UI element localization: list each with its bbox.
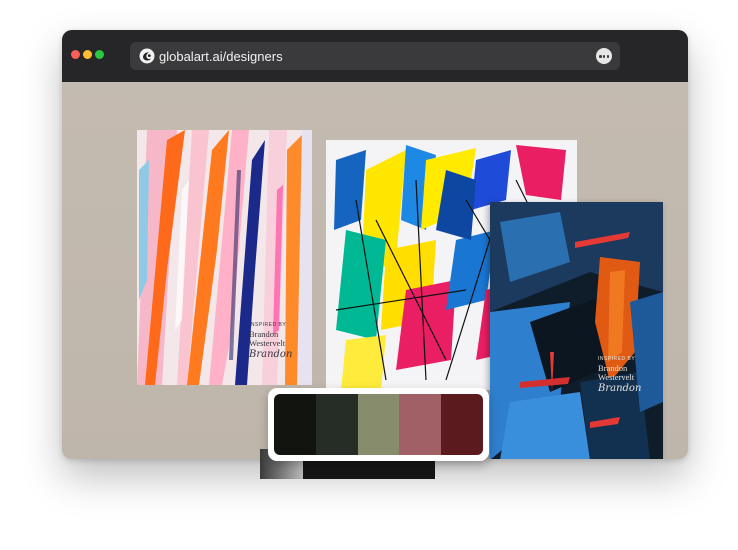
artwork-caption: INSPIRED BY Brandon Westervelt Brandon (598, 356, 642, 395)
close-window-button[interactable] (71, 50, 80, 59)
color-palette-card (268, 388, 489, 461)
color-swatch-2[interactable] (315, 394, 358, 455)
inspired-by-label: INSPIRED BY (249, 322, 287, 328)
inspired-by-label: INSPIRED BY (598, 356, 636, 362)
artist-last-name: Westervelt (249, 338, 286, 349)
artist-last-name: Westervelt (598, 372, 635, 383)
decorative-dark-bar (303, 459, 435, 479)
url-text: globalart.ai/designers (159, 49, 283, 64)
artwork-caption: INSPIRED BY Brandon Westervelt Brandon (249, 322, 293, 361)
artist-signature: Brandon (598, 383, 642, 395)
artist-signature: Brandon (249, 349, 293, 361)
title-bar: globalart.ai/designers (62, 30, 688, 82)
minimize-window-button[interactable] (83, 50, 92, 59)
color-swatch-1[interactable] (274, 394, 316, 455)
artwork-poster-1[interactable]: INSPIRED BY Brandon Westervelt Brandon (137, 130, 312, 385)
maximize-window-button[interactable] (95, 50, 104, 59)
address-bar[interactable]: globalart.ai/designers (130, 42, 620, 70)
more-options-icon[interactable] (596, 48, 612, 64)
color-swatch-3[interactable] (357, 394, 400, 455)
color-swatch-4[interactable] (399, 394, 442, 455)
artwork-poster-3[interactable]: INSPIRED BY Brandon Westervelt Brandon (490, 202, 663, 459)
color-swatches (274, 394, 483, 455)
color-swatch-5[interactable] (441, 394, 483, 455)
globalart-logo-icon (139, 48, 155, 64)
